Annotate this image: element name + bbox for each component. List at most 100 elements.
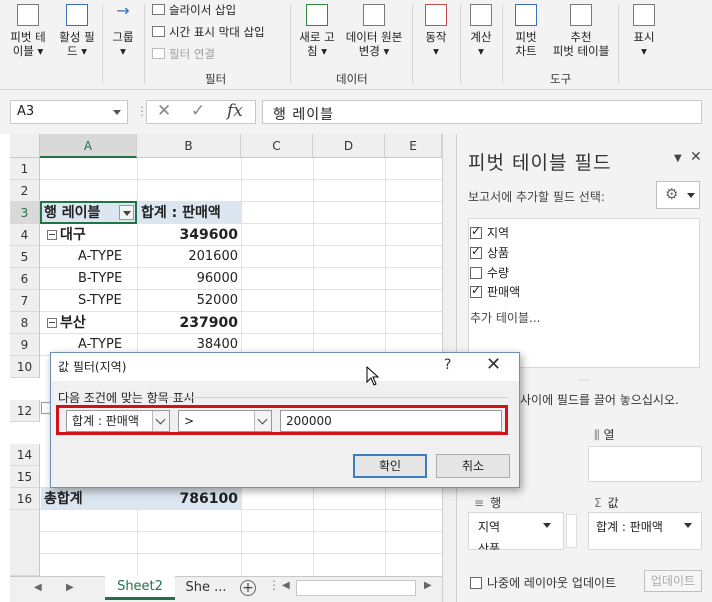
- pivot-grand-total-label[interactable]: 총합계: [41, 488, 137, 510]
- row-header[interactable]: 6: [10, 268, 40, 290]
- defer-update-label: 나중에 레이아웃 업데이트: [487, 576, 617, 590]
- field-label: 지역: [487, 226, 510, 240]
- refresh-icon: [306, 4, 328, 26]
- value-field-item[interactable]: 합계 : 판매액: [596, 518, 663, 535]
- chevron-down-icon[interactable]: [113, 110, 121, 115]
- pivot-value-cell[interactable]: 52000: [138, 290, 238, 312]
- ok-button[interactable]: 확인: [353, 454, 427, 478]
- column-header-e[interactable]: E: [385, 134, 442, 158]
- row-header[interactable]: 3: [10, 202, 40, 224]
- scroll-left-icon[interactable]: ◀: [34, 582, 42, 593]
- field-settings-button[interactable]: ⚙: [656, 181, 700, 209]
- recommended-pivot-button[interactable]: 추천 피벗 테이블: [548, 4, 614, 58]
- column-header-c[interactable]: C: [241, 134, 313, 158]
- row-header[interactable]: 15: [10, 466, 40, 488]
- checkbox-checked[interactable]: [470, 244, 482, 259]
- change-data-source-button[interactable]: 데이터 원본 변경 ▾: [340, 4, 408, 58]
- row-header[interactable]: 2: [10, 180, 40, 202]
- chevron-down-icon[interactable]: [684, 523, 692, 528]
- name-box[interactable]: A3: [10, 100, 128, 124]
- add-sheet-button[interactable]: +: [240, 580, 256, 596]
- pivot-group-row[interactable]: 부산: [41, 312, 137, 334]
- insert-function-icon[interactable]: fx: [227, 101, 243, 121]
- column-header-d[interactable]: D: [313, 134, 385, 158]
- checkbox-unchecked[interactable]: [470, 267, 482, 279]
- ribbon-separator: [102, 4, 103, 84]
- row-header[interactable]: 10: [10, 356, 40, 378]
- help-button[interactable]: ?: [444, 357, 451, 373]
- rows-scrollbar[interactable]: [566, 514, 577, 548]
- active-field-button[interactable]: 활성 필 드 ▾: [54, 4, 100, 58]
- refresh-label-2: 침 ▾: [306, 44, 327, 58]
- show-button[interactable]: 표시 ▾: [624, 4, 664, 58]
- select-all-corner[interactable]: [10, 134, 40, 158]
- actions-button[interactable]: 동작 ▾: [416, 4, 456, 58]
- row-field-item[interactable]: 상품: [478, 540, 500, 550]
- pivot-chart-button[interactable]: 피벗 차트: [506, 4, 546, 58]
- field-item[interactable]: 상품: [470, 244, 509, 261]
- row-header[interactable]: 12: [10, 400, 40, 422]
- row-header[interactable]: 16: [10, 488, 40, 510]
- refresh-button[interactable]: 새로 고 침 ▾: [294, 4, 340, 58]
- pivot-item-cell[interactable]: S-TYPE: [78, 290, 138, 312]
- rows-icon: ≡: [474, 496, 485, 510]
- pivot-value-cell[interactable]: 96000: [138, 268, 238, 290]
- close-button[interactable]: ✕: [486, 354, 501, 375]
- pivot-table-button[interactable]: 피벗 테 이블 ▾: [6, 4, 50, 58]
- sheet-tab[interactable]: Sheet2: [105, 576, 175, 600]
- sheet-tab[interactable]: She ...: [180, 576, 232, 600]
- field-item[interactable]: 수량: [470, 264, 509, 281]
- pivot-value-cell[interactable]: 349600: [138, 224, 238, 246]
- calculations-button[interactable]: 계산 ▾: [462, 4, 500, 58]
- horizontal-scrollbar-thumb[interactable]: [296, 580, 416, 596]
- column-header-a[interactable]: A: [40, 134, 137, 158]
- pivot-table-label-1: 피벗 테: [10, 30, 46, 44]
- pivot-item-cell[interactable]: A-TYPE: [78, 246, 138, 268]
- collapse-icon[interactable]: [47, 318, 57, 328]
- pivot-value-cell[interactable]: 201600: [138, 246, 238, 268]
- rows-area-header: ≡ 행: [474, 494, 501, 511]
- ribbon-separator: [460, 4, 461, 84]
- pivot-grand-total-value[interactable]: 786100: [138, 488, 241, 510]
- hscroll-left-icon[interactable]: ◀: [282, 580, 290, 591]
- row-header[interactable]: 4: [10, 224, 40, 246]
- insert-timeline-button[interactable]: 시간 표시 막대 삽입: [152, 24, 265, 40]
- field-item[interactable]: 지역: [470, 224, 509, 241]
- pivot-value-cell[interactable]: 237900: [138, 312, 238, 334]
- pane-options-icon[interactable]: ▼: [674, 153, 682, 164]
- row-field-item[interactable]: 지역: [478, 518, 500, 535]
- group-button[interactable]: → 그룹 ▾: [106, 3, 140, 59]
- column-header-b[interactable]: B: [137, 134, 241, 158]
- checkbox-unchecked[interactable]: [470, 577, 482, 589]
- row-header[interactable]: 14: [10, 444, 40, 466]
- defer-update-option[interactable]: 나중에 레이아웃 업데이트: [470, 574, 616, 591]
- field-item[interactable]: 판매액: [470, 283, 520, 300]
- row-header[interactable]: 5: [10, 246, 40, 268]
- cancel-icon[interactable]: ✕: [157, 101, 171, 121]
- update-button[interactable]: 업데이트: [644, 570, 702, 592]
- more-tables-link[interactable]: 추가 테이블...: [470, 309, 540, 326]
- hscroll-right-icon[interactable]: ▶: [424, 580, 432, 591]
- filter-connections-button[interactable]: 필터 연결: [152, 46, 215, 62]
- pivot-item-cell[interactable]: B-TYPE: [78, 268, 138, 290]
- row-header[interactable]: 1: [10, 158, 40, 180]
- recommended-pivot-label-2: 피벗 테이블: [552, 44, 610, 58]
- row-header[interactable]: 7: [10, 290, 40, 312]
- row-header[interactable]: 9: [10, 334, 40, 356]
- chevron-down-icon[interactable]: [543, 523, 551, 528]
- scroll-right-icon[interactable]: ▶: [66, 582, 74, 593]
- checkbox-checked[interactable]: [470, 224, 482, 239]
- pivot-group-row[interactable]: 대구: [41, 224, 137, 246]
- columns-drop-zone[interactable]: [588, 446, 702, 482]
- cancel-button[interactable]: 취소: [436, 454, 510, 478]
- row-header[interactable]: 8: [10, 312, 40, 334]
- formula-input[interactable]: 행 레이블: [262, 100, 702, 124]
- pivot-values-header[interactable]: 합계 : 판매액: [138, 202, 241, 224]
- collapse-icon[interactable]: [47, 230, 57, 240]
- tab-splitter-icon[interactable]: ⋮: [268, 578, 280, 592]
- enter-icon[interactable]: ✓: [191, 101, 205, 121]
- checkbox-checked[interactable]: [470, 283, 482, 298]
- pivot-table-icon: [17, 4, 39, 26]
- insert-slicer-button[interactable]: 슬라이서 삽입: [152, 2, 236, 18]
- close-icon[interactable]: ✕: [690, 149, 702, 165]
